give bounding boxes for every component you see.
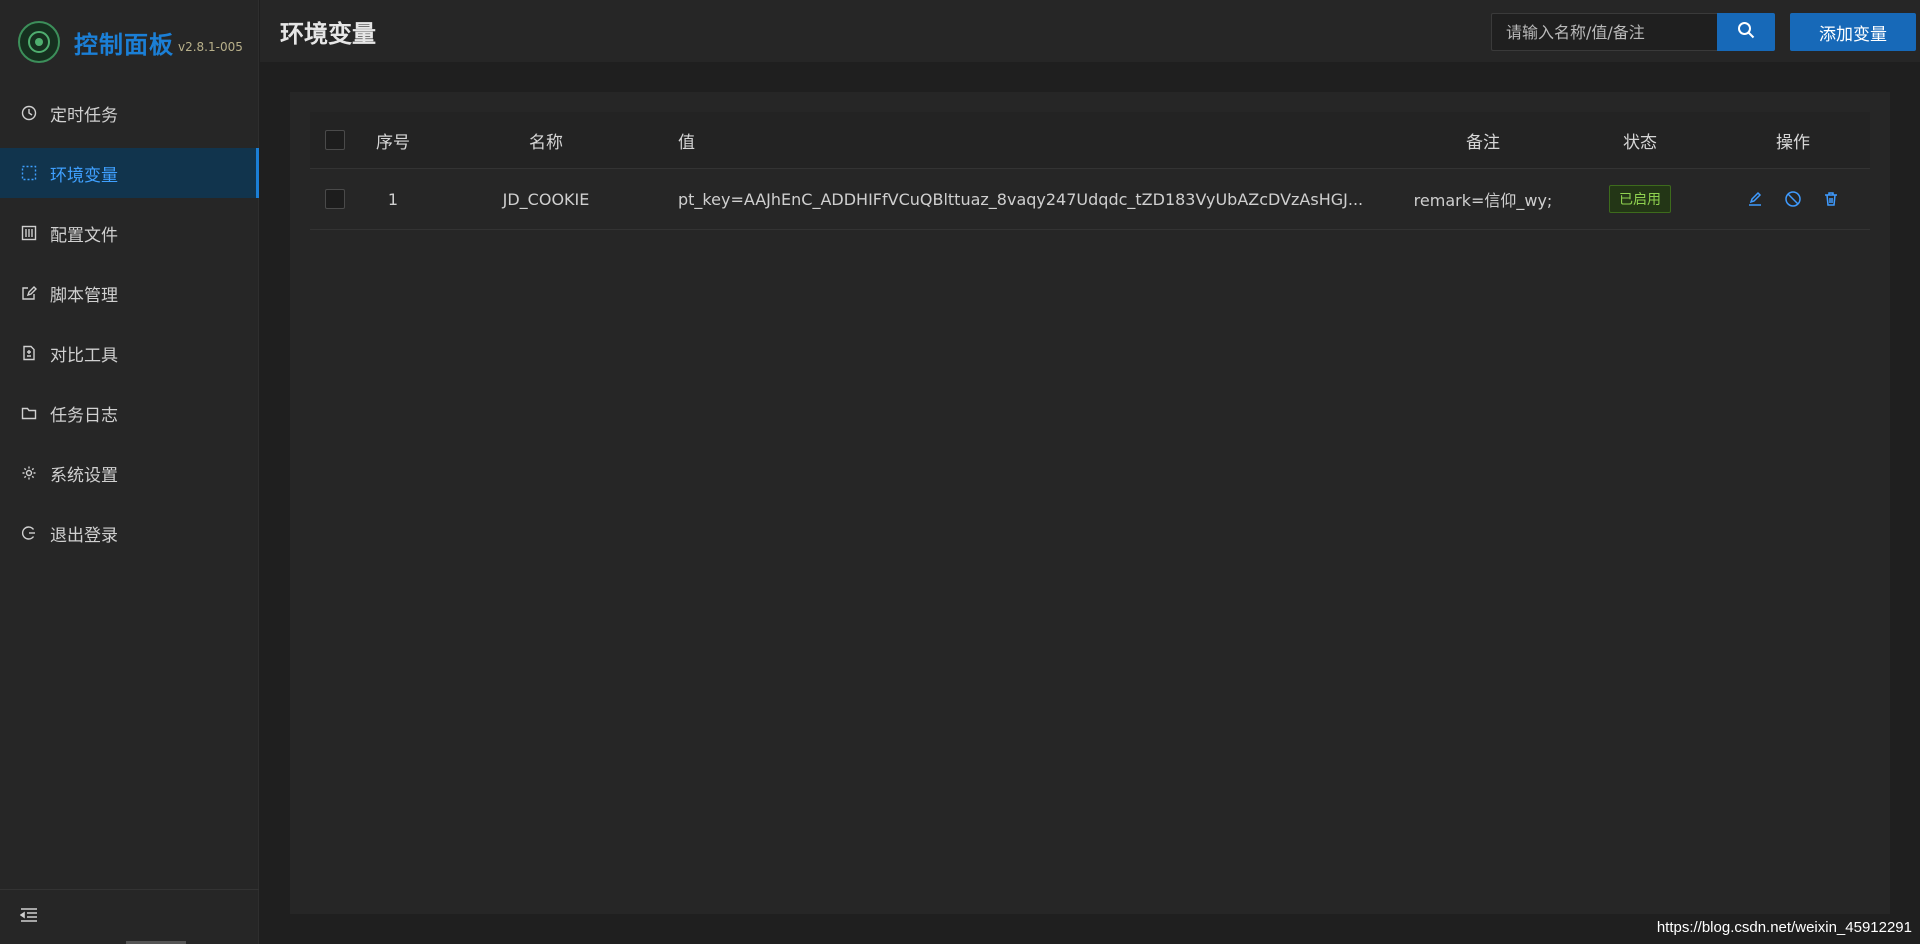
sidebar-item-label: 任务日志 — [50, 405, 118, 426]
gear-icon — [20, 464, 38, 482]
search-icon — [1737, 21, 1755, 43]
sidebar-item-logout[interactable]: 退出登录 — [0, 508, 259, 558]
search-input[interactable] — [1492, 14, 1718, 50]
row-actions — [1716, 189, 1870, 209]
col-header-status: 状态 — [1564, 128, 1716, 153]
sidebar-item-config[interactable]: 配置文件 — [0, 208, 259, 258]
brand-title: 控制面板 — [74, 30, 174, 59]
brand-version: v2.8.1-005 — [178, 40, 243, 54]
search-box — [1491, 13, 1718, 51]
row-value: pt_key=AAJhEnC_ADDHIFfVCuQBlttuaz_8vaqy2… — [678, 189, 1364, 209]
sidebar-item-logs[interactable]: 任务日志 — [0, 388, 259, 438]
col-header-ops-label: 操作 — [1776, 132, 1810, 153]
sliders-icon — [20, 224, 38, 242]
table-header: 序号 名称 值 备注 状态 操作 — [310, 112, 1870, 169]
dashed-box-icon — [20, 164, 38, 182]
sidebar-item-label: 配置文件 — [50, 225, 118, 246]
brand[interactable]: 控制面板 v2.8.1-005 — [18, 18, 243, 66]
folder-icon — [20, 404, 38, 422]
row-checkbox[interactable] — [325, 189, 345, 209]
header: 环境变量 添加变量 — [260, 0, 1920, 62]
sidebar-item-diff[interactable]: 对比工具 — [0, 328, 259, 378]
row-name: JD_COOKIE — [502, 189, 590, 209]
sidebar-item-label: 脚本管理 — [50, 285, 118, 306]
col-header-status-label: 状态 — [1623, 132, 1657, 153]
delete-icon[interactable] — [1821, 189, 1841, 209]
col-header-remark: 备注 — [1466, 132, 1500, 153]
col-header-name: 名称 — [529, 132, 563, 153]
sidebar-item-cron[interactable]: 定时任务 — [0, 88, 259, 138]
sidebar-menu: 定时任务 环境变量 配置文件 脚本管理 对比工具 任务日志 系统设置 退出登录 — [0, 88, 259, 568]
sidebar-item-label: 退出登录 — [50, 525, 118, 546]
env-table: 序号 名称 值 备注 状态 操作 1 JD_COOKIE pt_key=AAJh… — [310, 112, 1870, 230]
sidebar-item-env[interactable]: 环境变量 — [0, 148, 259, 198]
sidebar-item-label: 系统设置 — [50, 465, 118, 486]
menu-fold-icon[interactable] — [19, 907, 38, 927]
add-variable-button[interactable]: 添加变量 — [1790, 13, 1916, 51]
select-all-checkbox[interactable] — [325, 130, 345, 150]
row-value-cell: pt_key=AAJhEnC_ADDHIFfVCuQBlttuaz_8vaqy2… — [666, 190, 1402, 209]
watermark: https://blog.csdn.net/weixin_45912291 — [1656, 919, 1912, 936]
collapse-bar — [0, 889, 259, 944]
row-index: 1 — [387, 189, 399, 209]
disable-icon[interactable] — [1783, 189, 1803, 209]
sidebar-item-label: 对比工具 — [50, 345, 118, 366]
diff-icon — [20, 344, 38, 362]
page-title: 环境变量 — [280, 20, 376, 48]
logout-icon — [20, 524, 38, 542]
logo-icon — [18, 21, 60, 63]
status-badge: 已启用 — [1609, 185, 1671, 213]
sidebar: 控制面板 v2.8.1-005 定时任务 环境变量 配置文件 脚本管理 对比工具… — [0, 0, 259, 944]
col-header-ops: 操作 — [1716, 128, 1870, 153]
clock-icon — [20, 104, 38, 122]
edit-icon — [20, 284, 38, 302]
col-header-index: 序号 — [376, 132, 410, 153]
sidebar-item-label: 环境变量 — [50, 165, 118, 186]
table-row: 1 JD_COOKIE pt_key=AAJhEnC_ADDHIFfVCuQBl… — [310, 169, 1870, 230]
col-header-value: 值 — [678, 132, 695, 153]
sidebar-item-label: 定时任务 — [50, 105, 118, 126]
sidebar-item-scripts[interactable]: 脚本管理 — [0, 268, 259, 318]
row-remark: remark=信仰_wy; — [1413, 191, 1553, 210]
edit-icon[interactable] — [1745, 189, 1765, 209]
sidebar-item-settings[interactable]: 系统设置 — [0, 448, 259, 498]
content-panel: 序号 名称 值 备注 状态 操作 1 JD_COOKIE pt_key=AAJh… — [290, 92, 1890, 914]
search-button[interactable] — [1717, 13, 1775, 51]
